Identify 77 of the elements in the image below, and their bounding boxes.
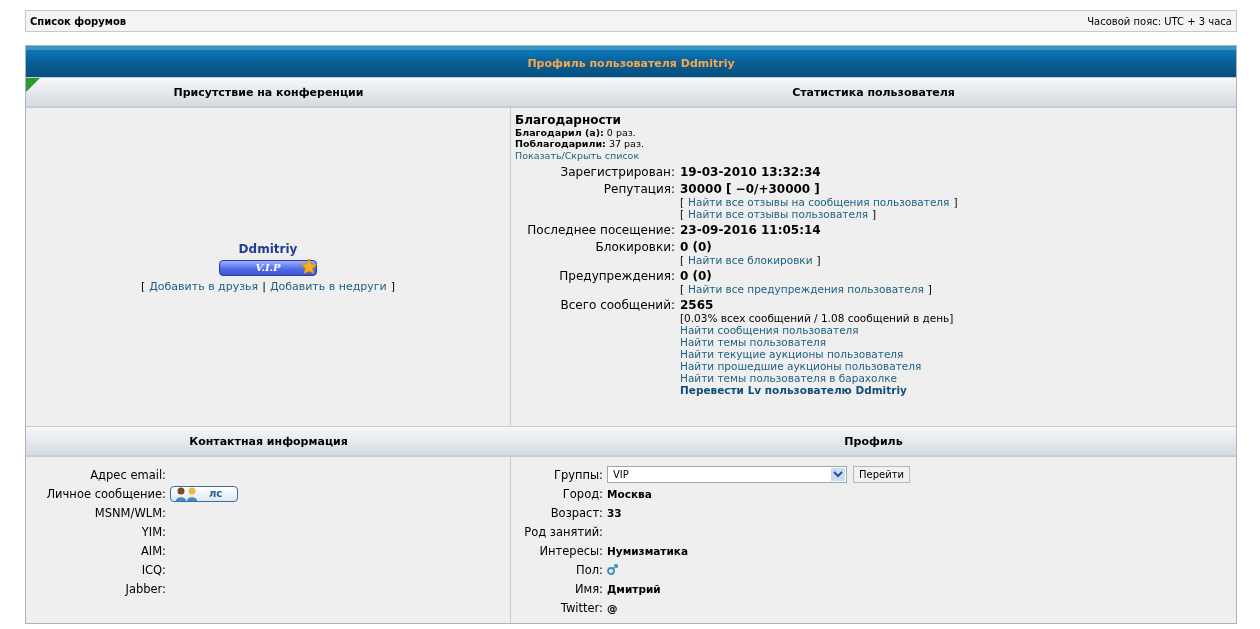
stat-label: Зарегистрирован:: [559, 165, 675, 179]
profile-value: Нумизматика: [607, 544, 689, 557]
contact-label: Адрес email:: [89, 467, 166, 482]
stat-value: 0 (0): [680, 269, 713, 283]
profile-label: Имя:: [573, 581, 603, 596]
profile-value: Дмитрий: [607, 582, 662, 595]
profile-label: Возраст:: [549, 505, 603, 520]
username: Ddmitriy: [238, 241, 298, 256]
contact-label: AIM:: [139, 543, 166, 558]
section-header: Присутствие на конференции: [26, 77, 511, 108]
star-icon: [300, 257, 318, 276]
rank-badge: V.I.P: [219, 259, 317, 276]
private-message-button[interactable]: лс: [170, 485, 238, 502]
section-header: Профиль: [511, 426, 1236, 457]
search-link[interactable]: Найти темы пользователя в барахолке: [680, 372, 1232, 384]
bracket: [: [680, 208, 685, 220]
search-link[interactable]: Найти все предупреждения пользователя: [688, 283, 924, 295]
toggle-list-link[interactable]: Показать/Скрыть список: [515, 150, 640, 161]
bracket: ]: [927, 283, 932, 295]
profile-value: 33: [607, 506, 623, 519]
contact-label: Jabber:: [124, 581, 166, 596]
thanks-count: Благодарил (а): 0 раз.: [515, 127, 637, 138]
separator-text: |: [262, 279, 266, 293]
profile-title: Профиль пользователя Ddmitriy: [26, 46, 1236, 77]
stat-value: 2565: [680, 298, 715, 312]
separator-text: ]: [390, 279, 396, 293]
dropdown-caret-icon: [831, 468, 845, 481]
search-link[interactable]: Найти текущие аукционы пользователя: [680, 348, 1232, 360]
profile-label: Группы:: [552, 467, 603, 482]
group-select[interactable]: VIP: [607, 466, 847, 483]
stat-label: Репутация:: [602, 182, 675, 196]
search-link[interactable]: Найти все отзывы пользователя: [688, 208, 868, 220]
transfer-link[interactable]: Перевести Lv пользователю Ddmitriy: [680, 384, 1232, 396]
stat-value: 0 (0): [680, 240, 713, 254]
search-link[interactable]: Найти все блокировки: [688, 254, 813, 266]
profile-label: Интересы:: [538, 543, 603, 558]
friend-action-link[interactable]: Добавить в друзья: [149, 279, 259, 293]
male-symbol-icon: [607, 564, 618, 575]
friend-action-link[interactable]: Добавить в недруги: [269, 279, 387, 293]
profile-label: Пол:: [575, 562, 603, 577]
contact-label: ICQ:: [140, 562, 166, 577]
bracket: ]: [953, 196, 958, 208]
timezone-text: Часовой пояс: UTC + 3 часа: [1087, 15, 1232, 27]
stat-label: Предупреждения:: [558, 269, 675, 283]
stat-label: Последнее посещение:: [526, 223, 675, 237]
stat-value: 23-09-2016 11:05:14: [680, 223, 822, 237]
contact-label: Личное сообщение:: [45, 486, 166, 501]
section-header: Контактная информация: [26, 426, 511, 457]
separator-text: [: [140, 279, 146, 293]
stat-value: 30000 [ −0/+30000 ]: [680, 182, 821, 196]
profile-label: Город:: [561, 486, 603, 501]
profile-value: Москва: [607, 487, 653, 500]
bracket: [: [680, 254, 685, 266]
thanks-heading: Благодарности: [515, 113, 622, 127]
users-icon: [175, 486, 199, 501]
profile-label: Twitter:: [559, 600, 603, 615]
bracket: [: [680, 283, 685, 295]
search-link[interactable]: Найти сообщения пользователя: [680, 324, 1232, 336]
thanks-count: Поблагодарили: 37 раз.: [515, 138, 645, 149]
corner-triangle-icon: [26, 78, 40, 92]
stat-label: Всего сообщений:: [559, 298, 675, 312]
contact-label: YIM:: [140, 524, 166, 539]
forum-list-link[interactable]: Список форумов: [30, 15, 127, 27]
go-button[interactable]: Перейти: [853, 466, 910, 483]
contact-label: MSNM/WLM:: [93, 505, 166, 520]
bracket: ]: [871, 208, 877, 220]
profile-label: Род занятий:: [523, 524, 603, 539]
section-header: Статистика пользователя: [511, 77, 1236, 108]
search-link[interactable]: Найти прошедшие аукционы пользователя: [680, 360, 1232, 372]
profile-value: @: [607, 601, 619, 614]
stat-label: Блокировки:: [594, 240, 675, 254]
message-stats-text: [0.03% всех сообщений / 1.08 сообщений в день]: [680, 312, 955, 324]
search-link[interactable]: Найти темы пользователя: [680, 336, 1232, 348]
search-link[interactable]: Найти все отзывы на сообщения пользователя: [688, 196, 950, 208]
bracket: ]: [816, 254, 821, 266]
bracket: [: [680, 196, 685, 208]
stat-value: 19-03-2010 13:32:34: [680, 165, 822, 179]
